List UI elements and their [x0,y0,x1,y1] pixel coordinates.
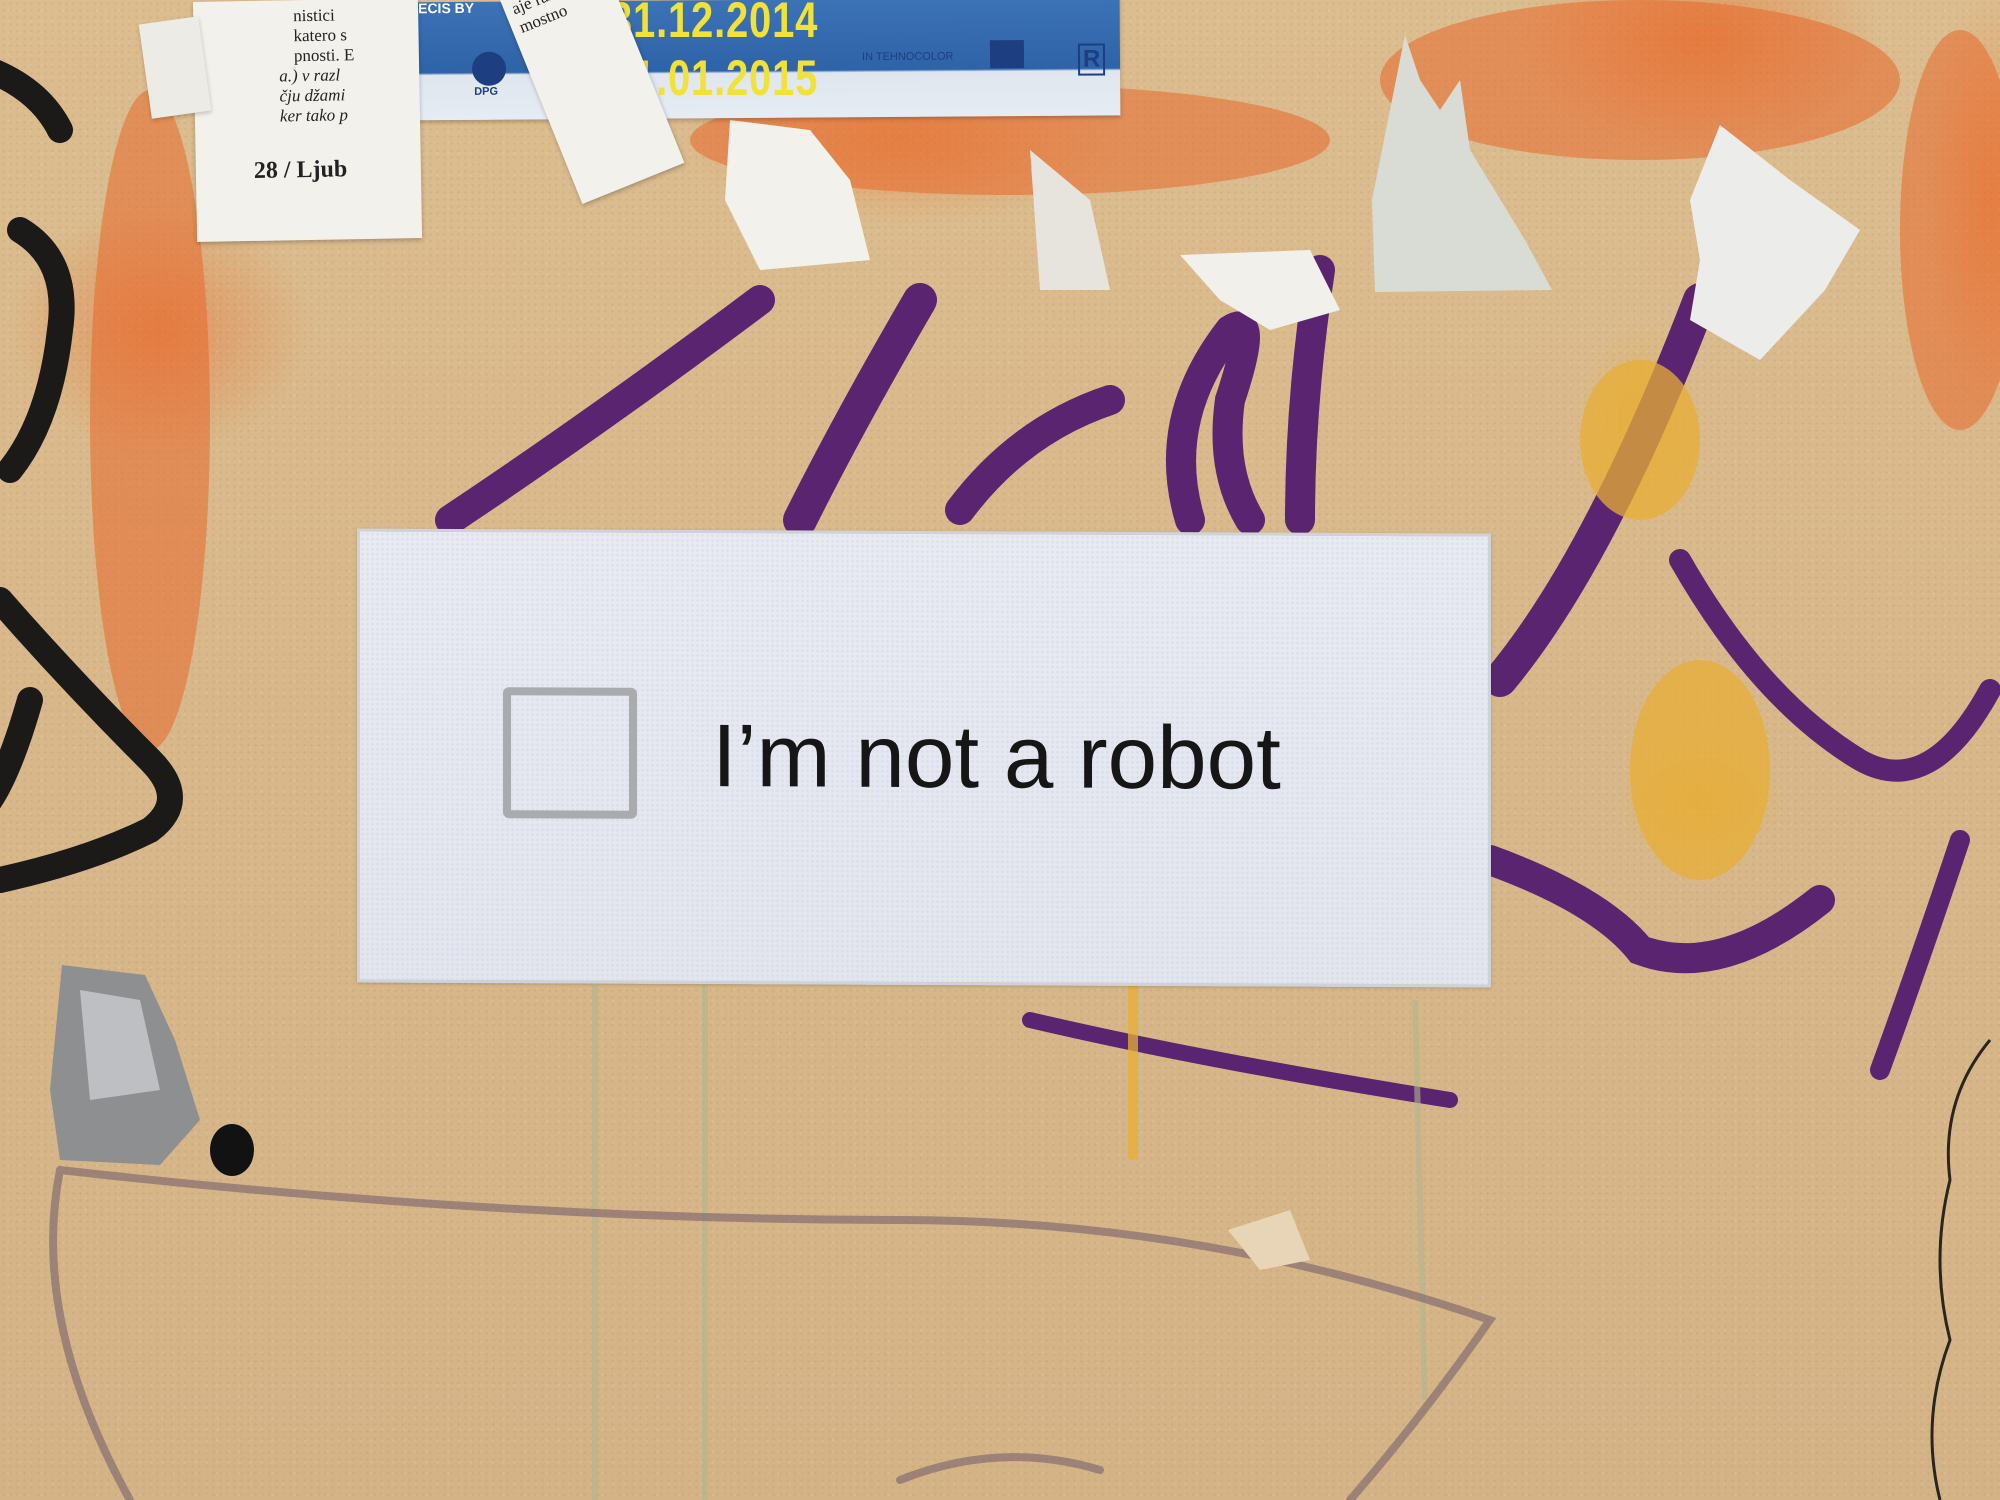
newspaper-line: ker tako p [279,105,349,126]
poster-date-line-1: 31.12.2014 [610,0,819,48]
newspaper-clipping: nistici katero s pnosti. E a.) v razl čj… [192,0,423,242]
graffiti-wall-scene: EFFECIS BY 3D DPG IN TEHNOCOLOR R 31.12.… [0,0,2000,1500]
newspaper-page-ref: 28 / Ljub [253,156,348,184]
poster-sponsor: IN TEHNOCOLOR [861,50,954,64]
torn-tape [50,965,254,1176]
recaptcha-label: I’m not a robot [712,705,1281,808]
wall-crack [1930,1039,1992,1500]
eu-flag-icon [989,40,1025,69]
poster-logo-text: DPG [474,85,499,98]
dpg-logo [471,51,507,86]
recaptcha-checkbox[interactable] [503,687,637,819]
recaptcha-sticker: I’m not a robot [357,528,1491,988]
poster-badge: R [1077,43,1106,76]
